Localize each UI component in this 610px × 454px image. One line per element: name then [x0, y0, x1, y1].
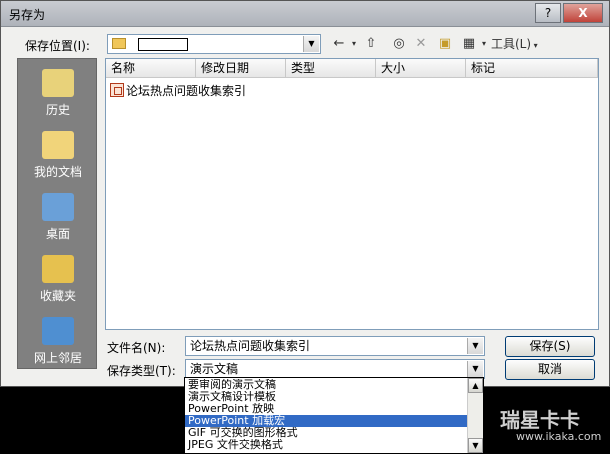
column-header-tags[interactable]: 标记	[466, 59, 598, 78]
history-icon	[42, 69, 74, 97]
column-header-type[interactable]: 类型	[286, 59, 376, 78]
save-as-dialog: 另存为 ? X 保存位置(I): ▼ ← ▾ ⇧ ◎ ✕ ▣ ▦ ▾ 工具(L)…	[0, 0, 610, 387]
close-button[interactable]: X	[563, 3, 603, 23]
lookin-label: 保存位置(I):	[25, 39, 90, 53]
help-button[interactable]: ?	[535, 3, 561, 23]
watermark-url: www.ikaka.com	[516, 430, 602, 443]
tools-chevron-icon: ▾	[531, 41, 538, 50]
lookin-combobox[interactable]: ▼	[107, 34, 321, 54]
places-bar: 历史 我的文档 桌面 收藏夹 网上邻居	[17, 58, 97, 369]
back-dropdown-icon[interactable]: ▾	[349, 34, 359, 54]
powerpoint-file-icon	[110, 83, 124, 97]
place-history[interactable]: 历史	[18, 65, 98, 127]
dropdown-option[interactable]: GIF 可交换的图形格式	[185, 427, 467, 439]
dialog-title: 另存为	[9, 8, 46, 22]
title-bar: 另存为 ? X	[1, 1, 609, 27]
place-my-documents-label: 我的文档	[33, 165, 82, 179]
up-folder-icon[interactable]: ⇧	[361, 34, 381, 54]
place-desktop-label: 桌面	[45, 227, 70, 241]
chevron-down-icon[interactable]: ▼	[303, 36, 319, 52]
dropdown-option[interactable]: JPEG 文件交换格式	[185, 439, 467, 451]
file-name-text: 论坛热点问题收集索引	[126, 84, 247, 98]
save-button[interactable]: 保存(S)	[505, 336, 595, 357]
filename-label: 文件名(N):	[107, 341, 166, 355]
tools-menu-label: 工具(L)	[491, 37, 532, 51]
filename-field[interactable]: 论坛热点问题收集索引 ▼	[185, 336, 485, 356]
filetype-value: 演示文稿	[190, 362, 239, 376]
column-header-size[interactable]: 大小	[376, 59, 466, 78]
tools-menu[interactable]: 工具(L) ▾	[491, 34, 549, 54]
new-folder-icon[interactable]: ▣	[435, 34, 455, 54]
place-history-label: 历史	[45, 103, 70, 117]
watermark: 瑞星卡卡 www.ikaka.com	[486, 402, 606, 450]
back-arrow-icon[interactable]: ←	[329, 34, 349, 54]
scroll-down-icon[interactable]: ▼	[468, 438, 483, 453]
place-favorites[interactable]: 收藏夹	[18, 251, 98, 313]
delete-icon[interactable]: ✕	[411, 34, 431, 54]
favorites-icon	[42, 255, 74, 283]
filename-value: 论坛热点问题收集索引	[190, 339, 311, 353]
folder-icon	[112, 38, 126, 49]
redacted-folder-name	[138, 38, 188, 51]
cancel-button[interactable]: 取消	[505, 359, 595, 380]
my-documents-icon	[42, 131, 74, 159]
filetype-select[interactable]: 演示文稿 ▼	[185, 359, 485, 379]
filetype-label: 保存类型(T):	[107, 364, 176, 378]
filetype-chevron-icon[interactable]: ▼	[467, 361, 483, 377]
dropdown-option-selected[interactable]: PowerPoint 加载宏	[185, 415, 467, 427]
scroll-up-icon[interactable]: ▲	[468, 378, 483, 393]
place-favorites-label: 收藏夹	[39, 289, 76, 303]
place-desktop[interactable]: 桌面	[18, 189, 98, 251]
dropdown-option[interactable]: 演示文稿设计模板	[185, 391, 467, 403]
place-network[interactable]: 网上邻居	[18, 313, 98, 375]
watermark-title: 瑞星卡卡	[500, 408, 580, 432]
dropdown-option[interactable]: PowerPoint 放映	[185, 403, 467, 415]
dropdown-scrollbar[interactable]: ▲ ▼	[467, 378, 483, 453]
network-icon	[42, 317, 74, 345]
column-header-modified[interactable]: 修改日期	[196, 59, 286, 78]
filename-chevron-icon[interactable]: ▼	[467, 338, 483, 354]
views-dropdown-icon[interactable]: ▾	[479, 34, 489, 54]
dropdown-option[interactable]: 要审阅的演示文稿	[185, 379, 467, 391]
views-icon[interactable]: ▦	[459, 34, 479, 54]
place-network-label: 网上邻居	[33, 351, 82, 365]
desktop-icon	[42, 193, 74, 221]
column-header-name[interactable]: 名称	[106, 59, 196, 78]
filetype-dropdown-list[interactable]: 要审阅的演示文稿 演示文稿设计模板 PowerPoint 放映 PowerPoi…	[184, 377, 484, 454]
file-list[interactable]: 名称 修改日期 类型 大小 标记 论坛热点问题收集索引	[105, 58, 599, 330]
place-my-documents[interactable]: 我的文档	[18, 127, 98, 189]
search-web-icon[interactable]: ◎	[389, 34, 409, 54]
